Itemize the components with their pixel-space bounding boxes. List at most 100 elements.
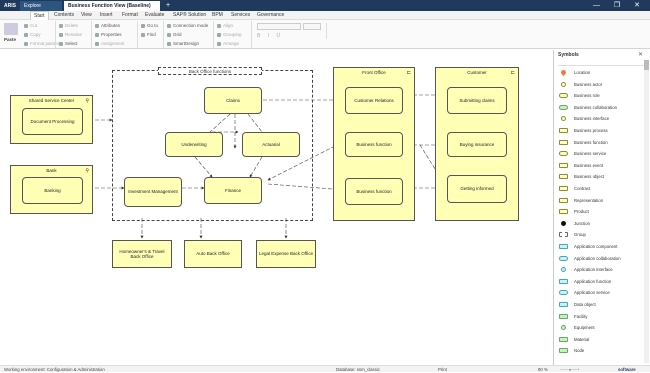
paste-button[interactable]: Paste: [4, 37, 16, 42]
symbol-business-actor[interactable]: Business actor: [554, 79, 642, 91]
menu-governance[interactable]: Governance: [254, 11, 287, 20]
symbol-business-function[interactable]: Business function: [554, 137, 642, 149]
menu-view[interactable]: View: [78, 11, 95, 20]
title-bar: ARIS Explore Business Function View (Bas…: [0, 0, 650, 11]
material-icon: [559, 336, 568, 342]
symbol-application-interface[interactable]: Application interface: [554, 264, 642, 276]
actuarial-node[interactable]: Actuarial: [242, 132, 300, 157]
select-dropdown[interactable]: Select: [59, 40, 78, 48]
banking-node[interactable]: Banking: [22, 177, 83, 204]
ribbon-toolbar: Paste Cut Copy Format painter Delete Ren…: [0, 20, 650, 66]
business-function-node[interactable]: Business function: [345, 178, 403, 205]
ribbon-separator: [251, 21, 252, 49]
tab-business-function-view[interactable]: Business Function View (Baseline): [64, 1, 160, 11]
menu-insert[interactable]: Insert: [97, 11, 116, 20]
getting-informed-node[interactable]: Getting informed: [447, 175, 507, 203]
symbols-panel: Symbols ✕ Location Business actor Busine…: [553, 50, 650, 365]
product-icon: [559, 209, 568, 215]
menu-contents[interactable]: Contents: [51, 11, 77, 20]
model-canvas[interactable]: Back Office functions Shared Service Cen…: [0, 50, 553, 365]
align-button[interactable]: Align: [217, 22, 233, 30]
properties-button[interactable]: Properties: [95, 31, 122, 39]
symbol-representation[interactable]: Representation: [554, 195, 642, 207]
back-office-label: Back Office functions: [158, 67, 262, 75]
symbol-contract[interactable]: Contract: [554, 183, 642, 195]
symbol-business-process[interactable]: Business process: [554, 125, 642, 137]
symbol-data-object[interactable]: Data object: [554, 299, 642, 311]
symbols-scrollbar[interactable]: [644, 60, 649, 363]
symbol-application-component[interactable]: Application component: [554, 241, 642, 253]
auto-back-office-node[interactable]: Auto Back Office: [184, 240, 242, 268]
symbol-business-service[interactable]: Business service: [554, 148, 642, 160]
symbol-node[interactable]: Node: [554, 345, 642, 357]
symbol-application-function[interactable]: Application function: [554, 276, 642, 288]
menu-start[interactable]: Start: [30, 11, 49, 20]
role-icon: ⊏: [510, 70, 515, 76]
shared-service-center-label: Shared Service Center: [28, 98, 75, 103]
symbol-application-service[interactable]: Application service: [554, 287, 642, 299]
copy-button[interactable]: Copy: [24, 31, 41, 39]
font-name-select[interactable]: [257, 23, 301, 30]
window-controls[interactable]: — ❐ ✕: [593, 0, 646, 11]
submitting-claims-node[interactable]: Submitting claims: [447, 87, 507, 114]
symbol-business-role[interactable]: Business role: [554, 90, 642, 102]
symbol-facility[interactable]: Facility: [554, 311, 642, 323]
menu-evaluate[interactable]: Evaluate: [142, 11, 167, 20]
arrange-button[interactable]: Arrange: [217, 40, 239, 48]
text-format-buttons[interactable]: B I U: [257, 33, 321, 40]
cut-button[interactable]: Cut: [24, 22, 37, 30]
symbol-material[interactable]: Material: [554, 334, 642, 346]
smartdesign-button[interactable]: SmartDesign: [167, 40, 199, 48]
menu-format[interactable]: Format: [119, 11, 141, 20]
find-button[interactable]: Find: [141, 31, 156, 39]
symbol-location[interactable]: Location: [554, 67, 642, 79]
ribbon-separator: [213, 21, 214, 49]
business-function-node[interactable]: Business function: [345, 132, 403, 157]
add-tab-button[interactable]: +: [162, 1, 172, 11]
font-size-select[interactable]: [303, 23, 321, 30]
ribbon-separator: [55, 21, 56, 49]
customer-relations-node[interactable]: Customer Relations: [345, 87, 403, 114]
symbol-equipment[interactable]: Equipment: [554, 322, 642, 334]
delete-button[interactable]: Delete: [59, 22, 78, 30]
assignment-button[interactable]: Assignment: [95, 40, 125, 48]
finance-node[interactable]: Finance: [204, 177, 262, 204]
representation-icon: [559, 197, 568, 203]
symbol-business-collaboration[interactable]: Business collaboration: [554, 102, 642, 114]
connection-mode-button[interactable]: Connection mode: [167, 22, 208, 30]
grid-button[interactable]: Grid: [167, 31, 182, 39]
symbol-group[interactable]: Group: [554, 229, 642, 241]
symbol-product[interactable]: Product: [554, 206, 642, 218]
symbol-business-object[interactable]: Business object: [554, 171, 642, 183]
actor-icon: ⚲: [85, 98, 89, 104]
rename-button[interactable]: Rename: [59, 31, 82, 39]
symbol-application-collaboration[interactable]: Application collaboration: [554, 253, 642, 265]
tab-explore[interactable]: Explore: [20, 1, 62, 11]
attributes-button[interactable]: Attributes: [95, 22, 120, 30]
buying-insurance-node[interactable]: Buying insurance: [447, 132, 507, 157]
grouping-button[interactable]: Grouping: [217, 31, 242, 39]
data-object-icon: [559, 302, 568, 307]
legal-expense-back-office-node[interactable]: Legal Expense Back Office: [256, 240, 316, 268]
paste-icon[interactable]: [4, 23, 18, 35]
function-icon: [559, 139, 568, 145]
menu-sap-solution[interactable]: SAP® Solution: [170, 11, 209, 20]
format-painter-button[interactable]: Format painter: [24, 40, 59, 48]
symbol-business-interface[interactable]: Business interface: [554, 113, 642, 125]
go-to-button[interactable]: Go to: [141, 22, 158, 30]
collaboration-icon: [559, 104, 568, 110]
claims-node[interactable]: Claims: [204, 87, 262, 114]
investment-management-node[interactable]: Investment Management: [124, 177, 182, 207]
symbol-business-event[interactable]: Business event: [554, 160, 642, 172]
app-logo[interactable]: ARIS: [0, 1, 20, 11]
scrollbar-thumb[interactable]: [644, 60, 649, 70]
symbol-junction[interactable]: Junction: [554, 218, 642, 230]
menu-bpm[interactable]: BPM: [209, 11, 226, 20]
actor-icon: [561, 81, 566, 87]
document-processing-node[interactable]: Document Processing: [22, 108, 83, 135]
homeowners-travel-back-office-node[interactable]: Homeowner's & Travel Back Office: [112, 240, 172, 268]
menu-services[interactable]: Services: [228, 11, 253, 20]
underwriting-node[interactable]: Underwriting: [165, 132, 223, 157]
close-panel-icon[interactable]: ✕: [638, 51, 643, 58]
format-group: [326, 23, 386, 39]
